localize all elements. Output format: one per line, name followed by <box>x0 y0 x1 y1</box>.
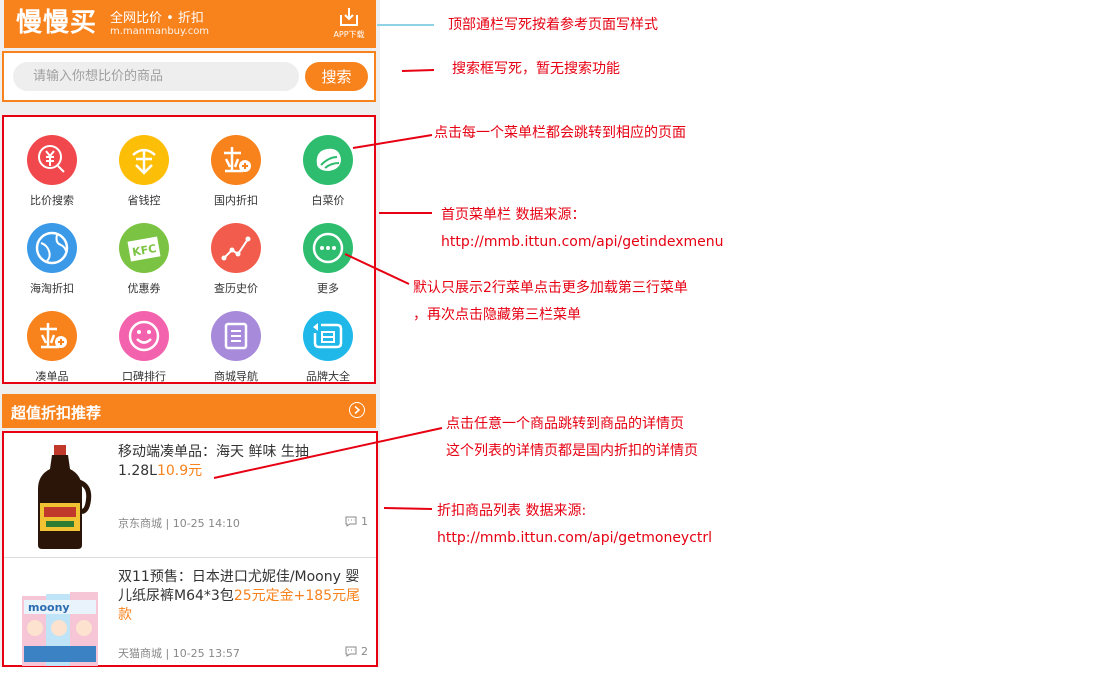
annotation-menu-url: http://mmb.ittun.com/api/getindexmenu <box>441 234 724 250</box>
annotation-menu-source: 首页菜单栏 数据来源： <box>441 207 586 223</box>
annotation-more-line1: 默认只展示2行菜单点击更多加载第三行菜单 <box>413 280 688 296</box>
annotation-goods-source: 折扣商品列表 数据来源: <box>437 503 587 519</box>
annotation-goods-url: http://mmb.ittun.com/api/getmoneyctrl <box>437 530 713 546</box>
annotation-more-line2: ，再次点击隐藏第三栏菜单 <box>413 307 581 323</box>
annotation-goods-click2: 这个列表的详情页都是国内折扣的详情页 <box>446 443 698 459</box>
annotation-pointers <box>213 24 443 510</box>
annotation-goods-click1: 点击任意一个商品跳转到商品的详情页 <box>446 416 684 432</box>
annotation-search: 搜索框写死，暂无搜索功能 <box>452 61 620 77</box>
annotation-topbar: 顶部通栏写死按着参考页面写样式 <box>448 17 658 33</box>
annotation-menu-click: 点击每一个菜单栏都会跳转到相应的页面 <box>434 125 686 141</box>
